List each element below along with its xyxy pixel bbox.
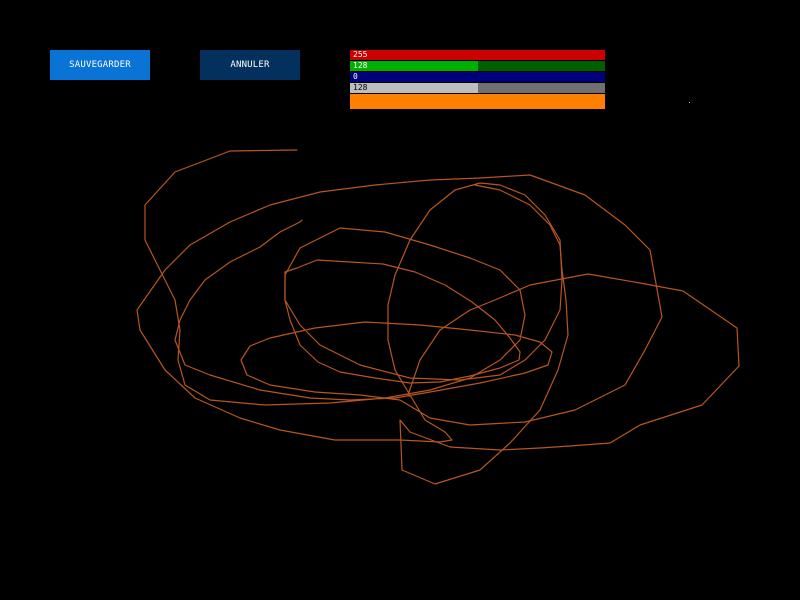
blue-value: 0 xyxy=(353,72,358,81)
red-slider[interactable]: 255 xyxy=(350,50,605,60)
freehand-stroke xyxy=(136,149,663,443)
freehand-stroke-2 xyxy=(284,259,521,384)
alpha-value: 128 xyxy=(353,83,368,92)
blue-slider[interactable]: 0 xyxy=(350,72,605,82)
drawing-app: SAUVEGARDER ANNULER 255 128 0 128 xyxy=(0,0,800,600)
red-slider-fill xyxy=(350,50,605,60)
color-preview-swatch xyxy=(350,94,605,109)
cancel-button[interactable]: ANNULER xyxy=(200,50,300,80)
alpha-slider[interactable]: 128 xyxy=(350,83,605,93)
green-slider[interactable]: 128 xyxy=(350,61,605,71)
green-value: 128 xyxy=(353,61,368,70)
save-button[interactable]: SAUVEGARDER xyxy=(50,50,150,80)
green-slider-fill xyxy=(350,61,478,71)
cursor-dot xyxy=(689,102,690,103)
red-value: 255 xyxy=(353,50,368,59)
alpha-slider-fill xyxy=(350,83,478,93)
